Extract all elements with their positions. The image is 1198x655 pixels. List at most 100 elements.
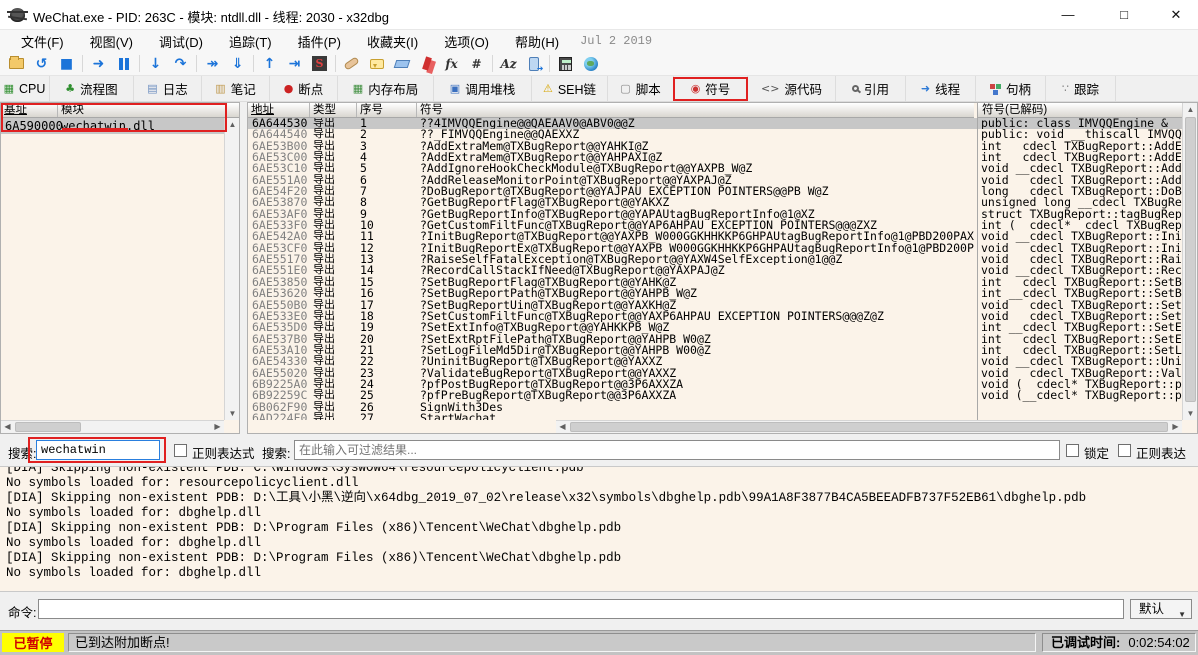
run-to-user-code-icon[interactable]: ⇥ [282,53,307,75]
symbols-horizontal-scrollbar[interactable]: ◀ ▶ [556,420,1182,433]
step-into-icon[interactable]: ↓ [143,53,168,75]
comments-icon[interactable] [364,53,389,75]
labels-icon[interactable] [389,53,414,75]
tab-source-code[interactable]: <>源代码 [748,76,836,101]
tab-notes[interactable]: ▥笔记 [202,76,270,101]
symbol-decoded[interactable]: struct TXBugReport::tagBugReportInfo * _… [978,209,1183,220]
symbols-header-decoded[interactable]: 符号(已解码) [977,103,1183,118]
patches-icon[interactable] [339,53,364,75]
tab-call-stack[interactable]: ▣调用堆栈 [434,76,532,101]
tab-log[interactable]: ▤日志 [134,76,202,101]
symbol-decoded[interactable]: int __cdecl TXBugReport::SetExtRptFilePa… [978,334,1183,345]
menu-item-4[interactable]: 追踪(T) [216,32,285,51]
symbol-decoded[interactable]: public: void __thiscall IMVQQEngine::`de… [978,129,1183,140]
tab-graph[interactable]: ♣流程图 [50,76,134,101]
scrollbar-thumb[interactable] [570,422,1168,432]
symbol-decoded[interactable]: int __cdecl TXBugReport::SetBugReportFla… [978,277,1183,288]
tab-cpu[interactable]: ▦CPU [0,76,50,101]
menu-item-3[interactable]: 调试(D) [146,32,216,51]
menu-item-5[interactable]: 插件(P) [285,32,354,51]
symbol-decoded[interactable]: void __cdecl TXBugReport::AddIgnoreHookC… [978,163,1183,174]
search-input[interactable] [36,440,160,460]
lock-checkbox[interactable] [1066,444,1079,457]
symbols-header-address[interactable]: 地址 [248,103,310,117]
scrollbar-thumb[interactable] [15,422,81,432]
symbol-decoded[interactable]: void __cdecl TXBugReport::AddReleaseMoni… [978,175,1183,186]
open-file-icon[interactable] [4,53,29,75]
menu-item-8[interactable]: 帮助(H) [502,32,572,51]
symbol-decoded[interactable]: int __cdecl TXBugReport::AddExtraMem(uns… [978,141,1183,152]
menu-item-1[interactable]: 文件(F) [8,32,77,51]
symbol-decoded[interactable]: unsigned long __cdecl TXBugReport::GetBu… [978,197,1183,208]
symbol-decoded[interactable] [978,402,1183,413]
menu-item-7[interactable]: 选项(O) [431,32,502,51]
symbol-decoded[interactable]: void __cdecl TXBugReport::InitBugReport(… [978,231,1183,242]
symbols-header-type[interactable]: 类型 [310,103,357,117]
modules-horizontal-scrollbar[interactable]: ◀ ▶ [1,420,224,433]
pause-icon[interactable] [111,53,136,75]
tab-breakpoints[interactable]: ●断点 [270,76,338,101]
bookmarks-icon[interactable] [414,53,439,75]
tab-memory-map[interactable]: ▦内存布局 [338,76,434,101]
symbol-decoded[interactable]: int __cdecl TXBugReport::SetBugReportPat… [978,288,1183,299]
tab-script[interactable]: ▢脚本 [608,76,674,101]
symbols-vertical-scrollbar[interactable]: ▲ ▼ [1182,103,1197,420]
symbol-decoded[interactable]: void (__cdecl* TXBugReport::pfPreBugRepo… [978,390,1183,401]
symbol-decoded[interactable] [978,413,1183,420]
seh-toolbar-icon[interactable]: S [307,53,332,75]
symbol-decoded[interactable]: int __cdecl TXBugReport::SetExtInfo(unsi… [978,322,1183,333]
command-input[interactable] [38,599,1124,619]
menu-item-6[interactable]: 收藏夹(I) [354,32,431,51]
tab-handles[interactable]: 句柄 [976,76,1046,101]
symbol-decoded[interactable]: void __cdecl TXBugReport::UninitBugRepor… [978,356,1183,367]
hash-icon[interactable]: # [464,53,489,75]
tab-threads[interactable]: ➜线程 [906,76,976,101]
maximize-button[interactable]: □ [1100,0,1148,30]
symbol-decoded[interactable]: void __cdecl TXBugReport::RaiseSelfFatal… [978,254,1183,265]
step-over-icon[interactable]: ↷ [168,53,193,75]
symbol-decoded[interactable]: public: class IMVQQEngine & __thiscall I… [978,118,1183,129]
modules-header-base[interactable]: 基址 [1,103,58,117]
execute-till-return-icon: ⇓ [232,57,244,71]
symbol-decoded[interactable]: void __cdecl TXBugReport::ValidateBugRep… [978,368,1183,379]
animate-into-icon[interactable]: ↠ [200,53,225,75]
symbol-decoded[interactable]: int (__cdecl*__cdecl TXBugReport::GetCus… [978,220,1183,231]
symbol-decoded[interactable]: int __cdecl TXBugReport::AddExtraMem(voi… [978,152,1183,163]
stop-icon[interactable]: ■ [54,53,79,75]
symbol-decoded[interactable]: void __cdecl TXBugReport::RecordCallStac… [978,265,1183,276]
regex-checkbox[interactable] [174,444,187,457]
filter-input[interactable] [294,440,1060,460]
symbols-header-ordinal[interactable]: 序号 [357,103,417,117]
tab-label: 日志 [163,79,188,98]
symbols-header-symbol[interactable]: 符号 [417,103,974,117]
restart-icon[interactable]: ↺ [29,53,54,75]
log-output[interactable]: [DIA] Skipping non-existent PDB: C:\Wind… [0,466,1198,592]
tab-symbols[interactable]: ◉符号 [674,76,748,101]
step-out-icon[interactable]: ↑ [257,53,282,75]
modules-header-module[interactable]: 模块 [58,103,239,117]
symbol-decoded[interactable]: void __cdecl TXBugReport::SetCustomFiltF… [978,311,1183,322]
tab-references[interactable]: 引用 [836,76,906,101]
calculator-icon[interactable] [553,53,578,75]
symbol-decoded[interactable]: void __cdecl TXBugReport::SetBugReportUi… [978,300,1183,311]
tab-trace[interactable]: ∵跟踪 [1046,76,1116,101]
symbol-decoded[interactable]: void (__cdecl* TXBugReport::pfPostBugRep… [978,379,1183,390]
modules-icon[interactable] [521,53,546,75]
profile-dropdown[interactable]: 默认 ▼ [1130,599,1192,619]
az-preferences-icon[interactable]: Az [496,53,521,75]
symbol-decoded[interactable]: long __cdecl TXBugReport::DoBugReport(st… [978,186,1183,197]
scrollbar-thumb[interactable] [1185,117,1196,402]
module-row[interactable]: 6A590000wechatwin.dll [1,118,239,134]
symbol-decoded[interactable]: int __cdecl TXBugReport::SetLogFileMd5Di… [978,345,1183,356]
functions-icon[interactable]: fx [439,53,464,75]
regex-right-checkbox[interactable] [1118,444,1131,457]
execute-till-return-icon[interactable]: ⇓ [225,53,250,75]
run-icon[interactable]: ➜ [86,53,111,75]
menu-item-2[interactable]: 视图(V) [77,32,146,51]
tab-seh-chain[interactable]: ⚠SEH链 [532,76,608,101]
globe-icon[interactable] [578,53,603,75]
close-button[interactable]: ✕ [1152,0,1198,30]
modules-vertical-scrollbar[interactable]: ▲ ▼ [224,118,239,420]
symbol-decoded[interactable]: void __cdecl TXBugReport::InitBugReportE… [978,243,1183,254]
minimize-button[interactable]: — [1044,0,1092,30]
